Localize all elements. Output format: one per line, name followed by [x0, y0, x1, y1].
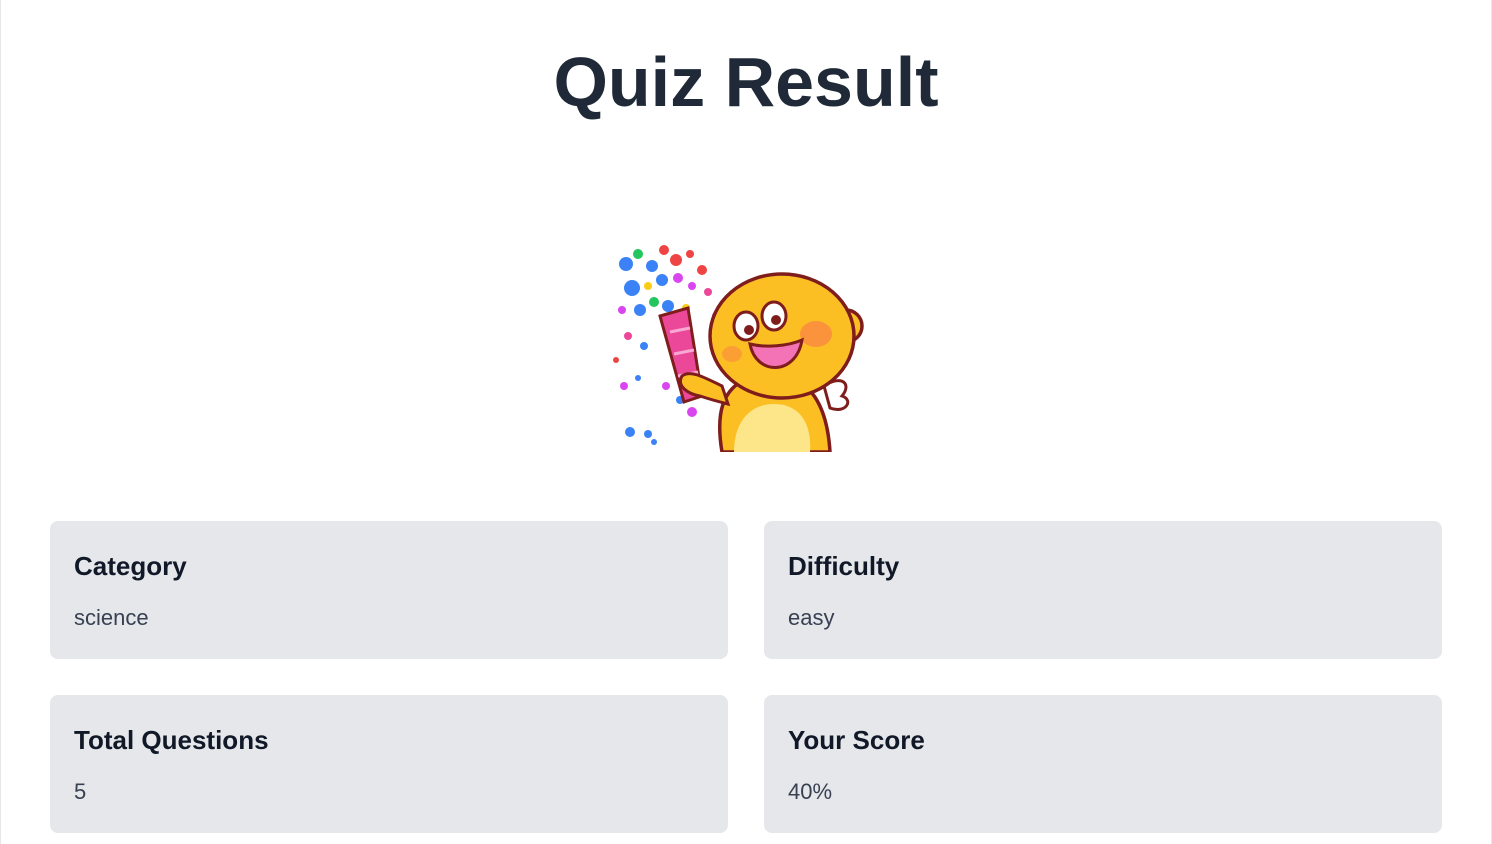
- score-card: Your Score 40%: [764, 695, 1442, 833]
- page-title: Quiz Result: [553, 43, 939, 121]
- confetti-icon: [613, 245, 720, 445]
- difficulty-label: Difficulty: [788, 551, 900, 581]
- difficulty-value: easy: [788, 605, 835, 630]
- score-label: Your Score: [788, 725, 925, 755]
- category-label: Category: [74, 551, 187, 581]
- quiz-result-page: Quiz Result Category science Difficulty …: [0, 0, 1492, 844]
- difficulty-card: Difficulty easy: [764, 521, 1442, 659]
- total-questions-label: Total Questions: [74, 725, 269, 755]
- category-card: Category science: [50, 521, 728, 659]
- celebration-mascot-icon: [604, 236, 868, 454]
- total-questions-card: Total Questions 5: [50, 695, 728, 833]
- category-value: science: [74, 605, 149, 630]
- score-value: 40%: [788, 779, 833, 804]
- total-questions-value: 5: [74, 779, 87, 804]
- mascot-icon: [679, 272, 864, 454]
